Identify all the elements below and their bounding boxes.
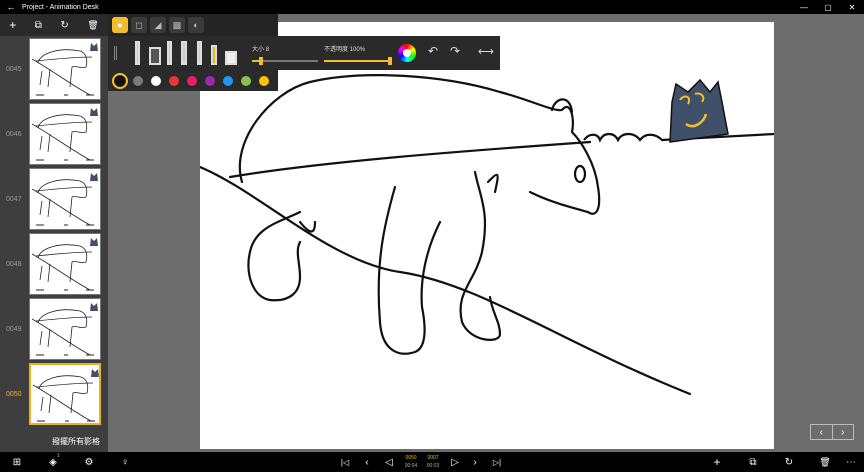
color-swatch[interactable] xyxy=(223,75,233,86)
close-button[interactable]: ✕ xyxy=(840,3,864,12)
frame-thumbnail[interactable] xyxy=(29,103,101,165)
opacity-slider[interactable] xyxy=(324,57,392,65)
maximize-button[interactable]: ▢ xyxy=(816,3,840,12)
delete-icon[interactable]: 🗑 xyxy=(816,452,834,472)
color-swatch[interactable] xyxy=(169,75,179,86)
step-forward-button[interactable]: › xyxy=(466,452,484,472)
color-swatch[interactable] xyxy=(112,72,128,89)
title-bar: ← Project - Animation Desk — ▢ ✕ xyxy=(0,0,864,14)
pencil-icon xyxy=(135,41,140,65)
eraser-shape-button[interactable]: ◐ xyxy=(188,17,204,33)
first-frame-button[interactable]: |◁ xyxy=(336,452,354,472)
frame-nav-buttons: ‹ › xyxy=(810,424,854,440)
minimize-button[interactable]: — xyxy=(792,3,816,12)
grid-icon[interactable]: ⊞ xyxy=(8,452,26,472)
tool-panel: 大小 8 不透明度 100% ↶ ↷ ⟷ xyxy=(108,36,500,70)
color-palette xyxy=(108,70,278,91)
texture-brush-button[interactable]: ▩ xyxy=(169,17,185,33)
drag-handle[interactable] xyxy=(114,46,117,60)
frame-thumbnail-row[interactable]: 0050 xyxy=(0,363,108,425)
back-button[interactable]: ← xyxy=(0,2,22,12)
frame-thumbnail-row[interactable]: 0046 xyxy=(0,103,108,165)
frame-number: 0046 xyxy=(6,131,22,138)
onion-skin-hint[interactable]: 撥擺所有影格 xyxy=(0,432,108,452)
frame-number: 0045 xyxy=(6,66,22,73)
step-back-button[interactable]: ‹ xyxy=(358,452,376,472)
color-swatch[interactable] xyxy=(151,75,161,86)
frame-thumbnail[interactable] xyxy=(29,168,101,230)
delete-frame-button[interactable]: 🗑 xyxy=(87,20,98,31)
frame-number: 0047 xyxy=(6,196,22,203)
size-label: 大小 8 xyxy=(252,47,270,53)
undo-button[interactable]: ↶ xyxy=(428,44,438,58)
color-swatch[interactable] xyxy=(241,75,251,86)
frame-number: 0048 xyxy=(6,261,22,268)
color-wheel-button[interactable] xyxy=(398,44,416,62)
next-frame-button[interactable]: › xyxy=(833,425,854,439)
fill-tool-button[interactable]: ◢ xyxy=(150,17,166,33)
fountain-pen-icon xyxy=(197,41,202,65)
brush-type-bar: ● ◻ ◢ ▩ ◐ xyxy=(108,14,278,36)
collapse-panel-button[interactable]: ⟷ xyxy=(478,45,494,58)
marker-icon xyxy=(149,47,161,65)
more-icon[interactable]: ⋯ xyxy=(842,452,860,472)
color-swatch[interactable] xyxy=(259,75,269,86)
pen-icon xyxy=(167,41,172,65)
frame-thumbnail[interactable] xyxy=(29,233,101,295)
color-swatch[interactable] xyxy=(205,75,215,86)
last-frame-button[interactable]: ▷| xyxy=(488,452,506,472)
frame-thumbnail[interactable] xyxy=(29,363,101,425)
frame-number: 0049 xyxy=(6,326,22,333)
frame-thumbnail-row[interactable]: 0048 xyxy=(0,233,108,295)
history-icon[interactable]: ↻ xyxy=(780,452,798,472)
frame-counter: 0007 00:03 xyxy=(426,455,440,469)
drawing-canvas[interactable] xyxy=(198,22,775,449)
color-swatch[interactable] xyxy=(187,75,197,86)
size-slider[interactable] xyxy=(252,57,318,65)
brush-icon xyxy=(181,41,187,65)
pen-tools xyxy=(135,41,237,65)
eraser-icon xyxy=(225,51,237,65)
window-title: Project - Animation Desk xyxy=(22,3,99,11)
copy-frame-button[interactable]: ⧉ xyxy=(744,452,762,472)
frame-thumbnail-row[interactable]: 0047 xyxy=(0,168,108,230)
duplicate-frame-button[interactable]: ⧉ xyxy=(35,20,42,31)
frame-toolbar: + ⧉ ↻ 🗑 xyxy=(0,14,108,36)
play-button[interactable]: ▷ xyxy=(446,452,464,472)
current-frame-counter: 0050 00:04 xyxy=(404,455,418,469)
frame-thumbnail[interactable] xyxy=(29,38,101,100)
creature-drawing xyxy=(669,78,729,143)
frame-number: 0050 xyxy=(6,391,22,398)
add-frame-button[interactable]: + xyxy=(9,18,16,32)
lasso-tool-button[interactable]: ◻ xyxy=(131,17,147,33)
prev-button[interactable]: ◁ xyxy=(380,452,398,472)
prev-frame-button[interactable]: ‹ xyxy=(811,425,833,439)
frame-thumbnail[interactable] xyxy=(29,298,101,360)
bottom-bar: ⊞ ◈ 1 ⚙ ♀ |◁ ‹ ◁ 0050 00:04 0007 00:03 ▷ ›… xyxy=(0,452,864,472)
crayon-icon xyxy=(211,45,217,65)
settings-icon[interactable]: ⚙ xyxy=(80,452,98,472)
tips-icon[interactable]: ♀ xyxy=(116,452,134,472)
add-frame-bottom-button[interactable]: + xyxy=(708,452,726,472)
layers-badge: 1 xyxy=(57,453,60,459)
history-button[interactable]: ↻ xyxy=(60,20,68,31)
frame-thumbnail-row[interactable]: 0045 xyxy=(0,38,108,100)
color-swatch[interactable] xyxy=(133,75,143,86)
opacity-label: 不透明度 100% xyxy=(324,47,366,53)
frame-thumbnail-row[interactable]: 0049 xyxy=(0,298,108,360)
redo-button[interactable]: ↷ xyxy=(450,44,460,58)
round-brush-button[interactable]: ● xyxy=(112,17,128,33)
drawing-strokes xyxy=(198,74,775,396)
